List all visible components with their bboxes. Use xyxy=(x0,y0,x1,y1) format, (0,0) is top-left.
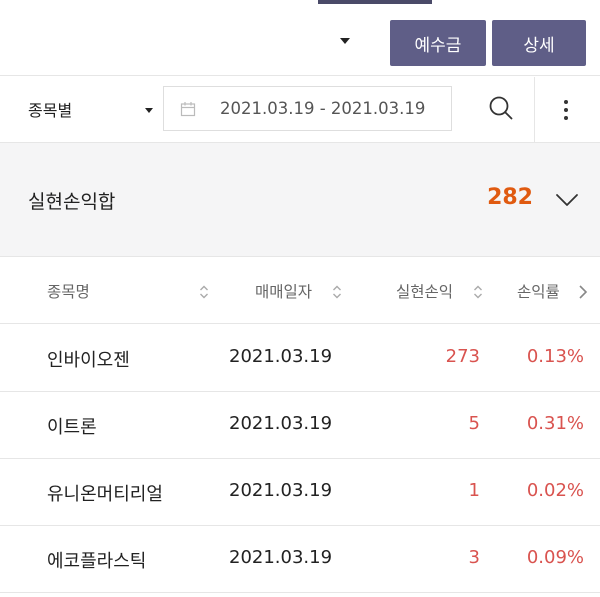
summary-value: 282 xyxy=(487,185,533,210)
column-header-date[interactable]: 매매일자 xyxy=(255,280,312,302)
trade-date: 2021.03.19 xyxy=(229,547,333,568)
table-row[interactable]: 이트론 2021.03.19 5 0.31% xyxy=(0,392,600,459)
pnl-rate: 0.31% xyxy=(526,413,584,434)
stock-name: 에코플라스틱 xyxy=(47,551,147,572)
more-vertical-icon[interactable] xyxy=(556,97,576,123)
trade-date: 2021.03.19 xyxy=(229,346,333,367)
realized-pnl: 3 xyxy=(468,547,480,568)
table-row[interactable]: 인바이오젠 2021.03.19 273 0.13% xyxy=(0,325,600,392)
calendar-icon xyxy=(180,102,196,117)
table-row[interactable]: 에코플라스틱 2021.03.19 3 0.09% xyxy=(0,526,600,593)
account-dropdown-caret-icon[interactable] xyxy=(340,38,350,44)
date-range-text: 2021.03.19 - 2021.03.19 xyxy=(220,99,426,118)
account-bar: 예수금 상세 xyxy=(0,4,600,76)
filter-type-select[interactable]: 종목별 xyxy=(28,97,72,121)
column-header-name[interactable]: 종목명 xyxy=(47,280,90,302)
chevron-right-icon[interactable] xyxy=(578,284,588,300)
column-header-pnl[interactable]: 실현손익 xyxy=(396,280,453,302)
summary-label: 실현손익합 xyxy=(28,191,116,213)
column-header-rate[interactable]: 손익률 xyxy=(517,280,560,302)
stock-name: 인바이오젠 xyxy=(47,350,130,371)
chevron-down-icon[interactable] xyxy=(555,193,579,207)
sort-icon[interactable] xyxy=(199,285,209,299)
realized-pnl: 273 xyxy=(445,346,480,367)
sort-icon[interactable] xyxy=(473,285,483,299)
filter-bar: 종목별 2021.03.19 - 2021.03.19 xyxy=(0,77,600,143)
trade-date: 2021.03.19 xyxy=(229,413,333,434)
pnl-rate: 0.09% xyxy=(526,547,584,568)
detail-button[interactable]: 상세 xyxy=(492,20,586,66)
date-range-input[interactable]: 2021.03.19 - 2021.03.19 xyxy=(163,86,452,131)
stock-name: 유니온머티리얼 xyxy=(47,484,163,505)
trade-date: 2021.03.19 xyxy=(229,480,333,501)
pnl-rate: 0.02% xyxy=(526,480,584,501)
pnl-rate: 0.13% xyxy=(526,346,584,367)
deposit-button[interactable]: 예수금 xyxy=(390,20,486,66)
stock-name: 이트론 xyxy=(47,417,97,438)
realized-pnl: 1 xyxy=(468,480,480,501)
table-row[interactable]: 유니온머티리얼 2021.03.19 1 0.02% xyxy=(0,459,600,526)
search-icon[interactable] xyxy=(488,95,514,121)
realized-pnl: 5 xyxy=(468,413,480,434)
sort-icon[interactable] xyxy=(332,285,342,299)
summary-panel[interactable]: 실현손익합 282 xyxy=(0,143,600,257)
filter-caret-icon[interactable] xyxy=(145,108,153,113)
table-header: 종목명 매매일자 실현손익 손익률 xyxy=(0,258,600,324)
divider xyxy=(534,77,535,142)
